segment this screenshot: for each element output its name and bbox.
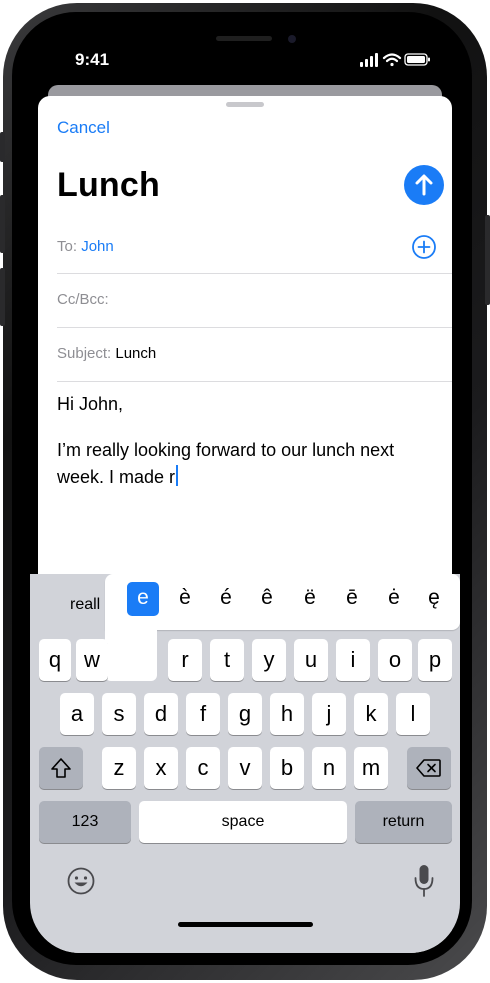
battery-icon — [404, 53, 430, 66]
camera — [288, 35, 296, 43]
key-u[interactable]: u — [294, 639, 328, 681]
key-j[interactable]: j — [312, 693, 346, 735]
key-r[interactable]: r — [168, 639, 202, 681]
key-b[interactable]: b — [270, 747, 304, 789]
accent-key[interactable]: ê — [251, 582, 283, 616]
accent-key[interactable]: ē — [336, 582, 368, 616]
accent-popup: e è é ê ë ē ė ę — [105, 574, 460, 630]
key-o[interactable]: o — [378, 639, 412, 681]
key-x[interactable]: x — [144, 747, 178, 789]
numbers-key[interactable]: 123 — [39, 801, 131, 843]
speaker — [216, 36, 272, 41]
send-button[interactable] — [404, 165, 444, 205]
key-z[interactable]: z — [102, 747, 136, 789]
keyboard: reall e è é ê ë ē ė ę q w r t y u i o p … — [30, 574, 460, 953]
subject-value[interactable]: Lunch — [115, 345, 156, 362]
mute-switch — [0, 132, 5, 162]
screen: 9:41 Cancel Lunch To: John Cc/Bcc: Subje… — [30, 28, 460, 953]
key-h[interactable]: h — [270, 693, 304, 735]
side-button — [485, 215, 490, 305]
volume-down-button — [0, 268, 5, 326]
key-f[interactable]: f — [186, 693, 220, 735]
notch — [146, 28, 342, 58]
key-a[interactable]: a — [60, 693, 94, 735]
compose-title: Lunch — [57, 166, 160, 204]
emoji-icon — [67, 867, 95, 895]
space-bar[interactable]: space — [139, 801, 347, 843]
key-i[interactable]: i — [336, 639, 370, 681]
popup-stem — [105, 629, 157, 681]
cc-bcc-field[interactable]: Cc/Bcc: — [57, 291, 109, 308]
accent-key[interactable]: ė — [378, 582, 410, 616]
key-g[interactable]: g — [228, 693, 262, 735]
microphone-icon — [414, 865, 434, 897]
return-key[interactable]: return — [355, 801, 452, 843]
accent-key-e[interactable]: e — [127, 582, 159, 616]
key-p[interactable]: p — [418, 639, 452, 681]
send-arrow-icon — [415, 174, 433, 196]
key-l[interactable]: l — [396, 693, 430, 735]
text-cursor — [176, 465, 179, 486]
key-n[interactable]: n — [312, 747, 346, 789]
accent-key[interactable]: ę — [418, 582, 450, 616]
delete-key[interactable] — [407, 747, 451, 789]
status-icons — [360, 52, 432, 73]
to-field[interactable]: To: John — [57, 238, 114, 255]
body-line: week. I made r — [57, 467, 176, 487]
signal-icon — [360, 53, 378, 67]
subject-field[interactable]: Subject: Lunch — [57, 345, 156, 362]
cancel-button[interactable]: Cancel — [57, 118, 110, 138]
message-body[interactable]: Hi John, I’m really looking forward to o… — [57, 391, 394, 491]
key-t[interactable]: t — [210, 639, 244, 681]
accent-key[interactable]: é — [210, 582, 242, 616]
suggestion-word[interactable]: reall — [70, 596, 100, 614]
key-y[interactable]: y — [252, 639, 286, 681]
home-indicator[interactable] — [178, 922, 313, 927]
status-time: 9:41 — [75, 50, 110, 69]
body-greeting: Hi John, — [57, 394, 124, 414]
shift-icon — [51, 758, 71, 778]
key-c[interactable]: c — [186, 747, 220, 789]
delete-icon — [416, 759, 441, 777]
to-label: To: — [57, 238, 78, 255]
cc-bcc-label: Cc/Bcc: — [57, 291, 109, 308]
volume-up-button — [0, 195, 5, 253]
shift-key[interactable] — [39, 747, 83, 789]
dictation-button[interactable] — [413, 864, 435, 903]
subject-label: Subject: — [57, 345, 112, 362]
key-d[interactable]: d — [144, 693, 178, 735]
to-recipient[interactable]: John — [81, 238, 114, 255]
accent-key[interactable]: è — [169, 582, 201, 616]
divider — [57, 273, 452, 274]
key-v[interactable]: v — [228, 747, 262, 789]
body-line: I’m really looking forward to our lunch … — [57, 440, 395, 460]
key-w[interactable]: w — [76, 639, 108, 681]
emoji-button[interactable] — [66, 866, 96, 901]
divider — [57, 327, 452, 328]
sheet-grabber[interactable] — [226, 102, 264, 107]
wifi-icon — [382, 53, 402, 67]
add-contact-button[interactable] — [411, 234, 437, 265]
key-k[interactable]: k — [354, 693, 388, 735]
key-s[interactable]: s — [102, 693, 136, 735]
add-contact-icon — [412, 235, 436, 259]
key-q[interactable]: q — [39, 639, 71, 681]
accent-key[interactable]: ë — [294, 582, 326, 616]
divider — [57, 381, 452, 382]
key-m[interactable]: m — [354, 747, 388, 789]
